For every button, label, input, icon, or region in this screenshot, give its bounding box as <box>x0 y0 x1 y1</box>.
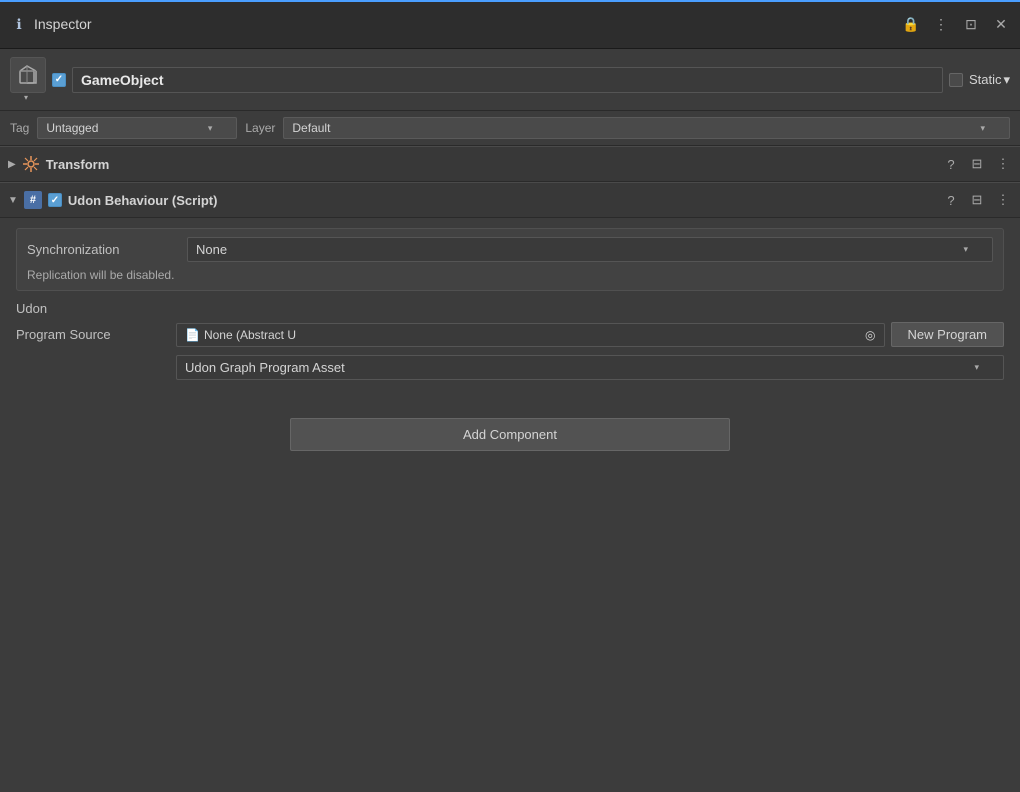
transform-expand-arrow[interactable]: ▶ <box>8 159 16 170</box>
gameobject-active-checkbox[interactable] <box>52 73 66 87</box>
asset-target-icon: ◎ <box>865 328 875 342</box>
udon-icon: # <box>24 191 42 209</box>
more-options-button[interactable]: ⋮ <box>932 15 950 33</box>
transform-help-button[interactable]: ? <box>942 155 960 173</box>
add-component-container: Add Component <box>0 398 1020 471</box>
synchronization-field: Synchronization None ▾ <box>27 237 993 262</box>
gameobject-type-dropdown[interactable]: ▾ <box>24 93 28 102</box>
tag-dropdown[interactable]: Untagged ▾ <box>37 117 237 139</box>
layer-dropdown[interactable]: Default ▾ <box>283 117 1010 139</box>
layer-dropdown-arrow: ▾ <box>980 123 985 134</box>
title-bar: ℹ Inspector 🔒 ⋮ ⊡ ✕ <box>0 0 1020 49</box>
close-button[interactable]: ✕ <box>992 15 1010 33</box>
sync-dropdown-arrow: ▾ <box>963 244 968 255</box>
static-checkbox[interactable] <box>949 73 963 87</box>
transform-icon <box>22 155 40 173</box>
title-bar-title: Inspector <box>34 16 902 32</box>
transform-actions: ? ⊟ ⋮ <box>942 155 1012 173</box>
lock-button[interactable]: 🔒 <box>902 15 920 33</box>
program-type-row: Udon Graph Program Asset ▾ <box>176 355 1004 380</box>
udon-behaviour-section-header: ▼ # Udon Behaviour (Script) ? ⊟ ⋮ <box>0 182 1020 218</box>
tag-layer-row: Tag Untagged ▾ Layer Default ▾ <box>0 111 1020 146</box>
tag-label: Tag <box>10 121 29 135</box>
udon-expand-arrow[interactable]: ▼ <box>8 195 18 206</box>
udon-help-button[interactable]: ? <box>942 191 960 209</box>
tag-dropdown-arrow: ▾ <box>208 123 213 134</box>
synchronization-dropdown[interactable]: None ▾ <box>187 237 993 262</box>
udon-more-button[interactable]: ⋮ <box>994 191 1012 209</box>
udon-settings-button[interactable]: ⊟ <box>968 191 986 209</box>
transform-settings-button[interactable]: ⊟ <box>968 155 986 173</box>
udon-section-label: Udon <box>16 301 1004 316</box>
gameobject-header: ▾ Static ▾ <box>0 49 1020 111</box>
transform-title: Transform <box>46 157 942 172</box>
synchronization-note: Replication will be disabled. <box>27 268 993 282</box>
program-type-dropdown-arrow: ▾ <box>974 362 979 373</box>
transform-more-button[interactable]: ⋮ <box>994 155 1012 173</box>
title-bar-accent <box>0 0 1020 2</box>
minimize-button[interactable]: ⊡ <box>962 15 980 33</box>
add-component-button[interactable]: Add Component <box>290 418 730 451</box>
asset-icon: 📄 <box>185 328 200 342</box>
gameobject-cube-icon[interactable] <box>10 57 46 93</box>
static-button[interactable]: Static ▾ <box>969 72 1010 88</box>
new-program-button[interactable]: New Program <box>891 322 1004 347</box>
udon-behaviour-content: Synchronization None ▾ Replication will … <box>0 218 1020 398</box>
program-source-asset[interactable]: 📄 None (Abstract U ◎ <box>176 323 885 347</box>
synchronization-box: Synchronization None ▾ Replication will … <box>16 228 1004 291</box>
inspector-icon: ℹ <box>10 15 28 33</box>
udon-active-checkbox[interactable] <box>48 193 62 207</box>
synchronization-label: Synchronization <box>27 242 187 257</box>
program-source-row: Program Source 📄 None (Abstract U ◎ New … <box>16 322 1004 347</box>
layer-label: Layer <box>245 121 275 135</box>
udon-actions: ? ⊟ ⋮ <box>942 191 1012 209</box>
title-bar-controls: 🔒 ⋮ ⊡ ✕ <box>902 15 1010 33</box>
gameobject-name-input[interactable] <box>72 67 943 93</box>
program-type-dropdown[interactable]: Udon Graph Program Asset ▾ <box>176 355 1004 380</box>
program-source-field: 📄 None (Abstract U ◎ New Program <box>176 322 1004 347</box>
transform-section-header: ▶ Transform ? ⊟ ⋮ <box>0 146 1020 182</box>
udon-behaviour-title: Udon Behaviour (Script) <box>68 193 942 208</box>
program-source-label: Program Source <box>16 327 176 342</box>
